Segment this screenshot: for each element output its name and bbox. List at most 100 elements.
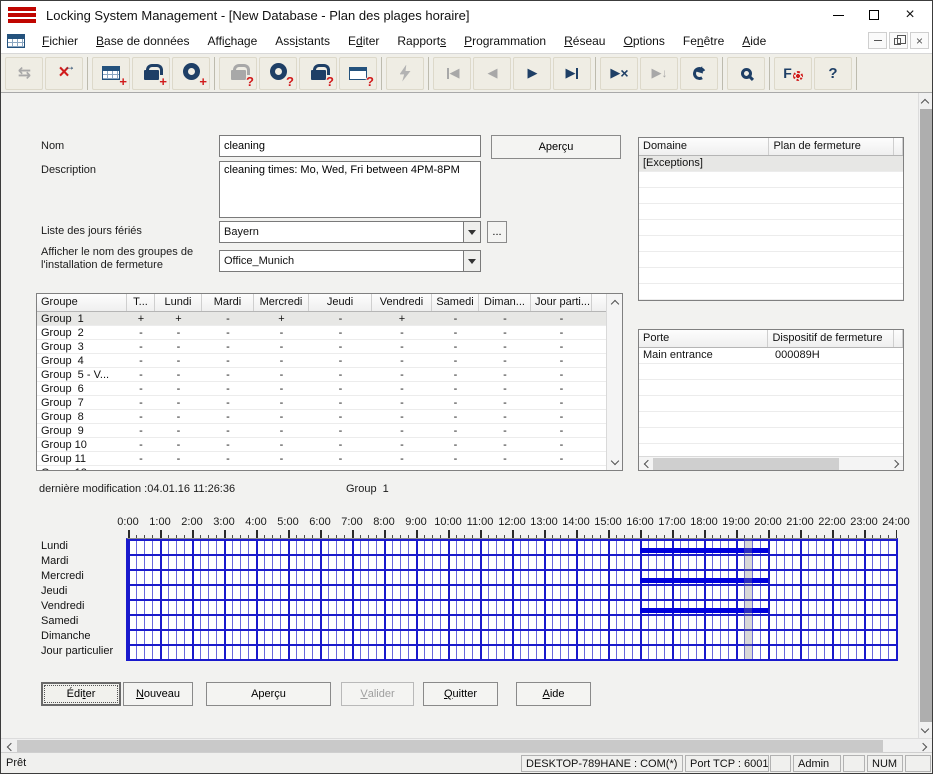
prev-record-button[interactable]: ◀ (473, 57, 511, 90)
group-row[interactable]: Group 10--------- (37, 438, 608, 452)
description-input[interactable]: cleaning times: Mo, Wed, Fri between 4PM… (219, 161, 481, 218)
scroll-thumb[interactable] (653, 458, 839, 470)
empty-row[interactable] (639, 252, 903, 268)
scroll-up-button[interactable] (918, 93, 932, 109)
new-lock-button[interactable]: + (132, 57, 170, 90)
group-row[interactable]: Group 9--------- (37, 424, 608, 438)
empty-row[interactable] (639, 268, 903, 284)
empty-row[interactable] (639, 428, 903, 444)
minimize-button[interactable] (820, 4, 856, 26)
first-record-button[interactable]: ◀ (433, 57, 471, 90)
vertical-scroll-thumb[interactable] (920, 109, 932, 722)
close-button[interactable]: × (892, 4, 928, 26)
disconnect-button[interactable]: →× (45, 57, 83, 90)
column-header[interactable]: Dispositif de fermeture (768, 330, 894, 347)
menu-programmation[interactable]: Programmation (455, 31, 555, 51)
empty-row[interactable] (639, 284, 903, 300)
menu-assistants[interactable]: Assistants (266, 31, 339, 51)
refresh-button[interactable] (680, 57, 718, 90)
group-table[interactable]: GroupeT...LundiMardiMercrediJeudiVendred… (36, 293, 623, 471)
column-header[interactable]: Lundi (155, 294, 202, 311)
schedule-grid[interactable] (126, 538, 898, 661)
next-record-button[interactable]: ▶ (513, 57, 551, 90)
program-button[interactable] (386, 57, 424, 90)
read-transponder-button[interactable]: ? (259, 57, 297, 90)
table-horizontal-scrollbar[interactable] (639, 456, 903, 470)
door-table[interactable]: PorteDispositif de fermetureMain entranc… (638, 329, 904, 471)
apply-record-button[interactable]: ▶↓ (640, 57, 678, 90)
vertical-scrollbar[interactable] (918, 93, 932, 738)
quitter-button[interactable]: Quitter (423, 682, 498, 706)
scroll-right-button[interactable] (889, 457, 903, 470)
group-row[interactable]: Group 2--------- (37, 326, 608, 340)
mdi-minimize-button[interactable] (868, 32, 887, 49)
holidays-select[interactable]: Bayern (219, 221, 481, 243)
scroll-left-button[interactable] (639, 457, 653, 470)
group-row[interactable]: Group 8--------- (37, 410, 608, 424)
scroll-up-button[interactable] (607, 294, 622, 310)
column-header[interactable]: Plan de fermeture (769, 138, 894, 155)
domain-table[interactable]: DomainePlan de fermeture[Exceptions] (638, 137, 904, 301)
read-settings-button[interactable]: ? (339, 57, 377, 90)
empty-row[interactable] (639, 364, 903, 380)
column-header[interactable]: Samedi (432, 294, 479, 311)
group-row[interactable]: Group 3--------- (37, 340, 608, 354)
empty-row[interactable] (639, 412, 903, 428)
column-header[interactable]: Groupe (37, 294, 127, 311)
empty-row[interactable] (639, 188, 903, 204)
nouveau-button[interactable]: Nouveau (123, 682, 193, 706)
group-row[interactable]: Group 5 - V...--------- (37, 368, 608, 382)
group-row[interactable]: Group 6--------- (37, 382, 608, 396)
menu-editer[interactable]: Editer (339, 31, 388, 51)
nom-input[interactable] (219, 135, 481, 157)
diter-button[interactable]: Éditer (41, 682, 121, 706)
last-record-button[interactable]: ▶ (553, 57, 591, 90)
group-names-select[interactable]: Office_Munich (219, 250, 481, 272)
aide-button[interactable]: Aide (516, 682, 591, 706)
empty-row[interactable] (639, 204, 903, 220)
mdi-close-button[interactable]: × (910, 32, 929, 49)
column-header[interactable]: Jeudi (309, 294, 372, 311)
column-header[interactable]: Vendredi (372, 294, 432, 311)
group-table-vertical-scrollbar[interactable] (606, 294, 622, 470)
table-row[interactable]: [Exceptions] (639, 156, 903, 172)
column-header[interactable]: Domaine (639, 138, 769, 155)
help-button[interactable]: ? (814, 57, 852, 90)
empty-row[interactable] (639, 236, 903, 252)
read-lock-data-button[interactable]: ? (299, 57, 337, 90)
selected-time-column[interactable] (744, 539, 752, 659)
search-button[interactable] (727, 57, 765, 90)
menu-options[interactable]: Options (614, 31, 673, 51)
group-row[interactable]: Group 11--------- (37, 452, 608, 466)
menu-affichage[interactable]: Affichage (198, 31, 266, 51)
table-row[interactable]: Main entrance000089H (639, 348, 903, 364)
column-header[interactable]: Jour parti... (531, 294, 592, 311)
menu-fichier[interactable]: Fichier (33, 31, 87, 51)
column-header[interactable]: T... (127, 294, 155, 311)
new-transponder-button[interactable]: + (172, 57, 210, 90)
holidays-dropdown-button[interactable] (463, 222, 480, 242)
group-names-dropdown-button[interactable] (463, 251, 480, 271)
menu-rapports[interactable]: Rapports (388, 31, 455, 51)
menu-fen-tre[interactable]: Fenêtre (674, 31, 733, 51)
group-row[interactable]: Group 1++-+-+--- (37, 312, 608, 326)
group-row[interactable]: Group 7--------- (37, 396, 608, 410)
empty-row[interactable] (639, 220, 903, 236)
column-header[interactable]: Mercredi (254, 294, 309, 311)
aperu-button[interactable]: Aperçu (206, 682, 331, 706)
scroll-down-button[interactable] (918, 722, 932, 738)
maximize-button[interactable] (856, 4, 892, 26)
filter-settings-button[interactable]: F (774, 57, 812, 90)
empty-row[interactable] (639, 380, 903, 396)
scroll-down-button[interactable] (607, 454, 622, 470)
connect-button[interactable]: ⇆ (5, 57, 43, 90)
menu-r-seau[interactable]: Réseau (555, 31, 614, 51)
read-lock-button[interactable]: ? (219, 57, 257, 90)
menu-base-de-donn-es[interactable]: Base de données (87, 31, 198, 51)
delete-record-button[interactable]: ▶× (600, 57, 638, 90)
column-header[interactable]: Mardi (202, 294, 254, 311)
column-header[interactable]: Porte (639, 330, 768, 347)
apercu-top-button[interactable]: Aperçu (491, 135, 621, 159)
column-header[interactable]: Diman... (479, 294, 531, 311)
menu-aide[interactable]: Aide (733, 31, 775, 51)
